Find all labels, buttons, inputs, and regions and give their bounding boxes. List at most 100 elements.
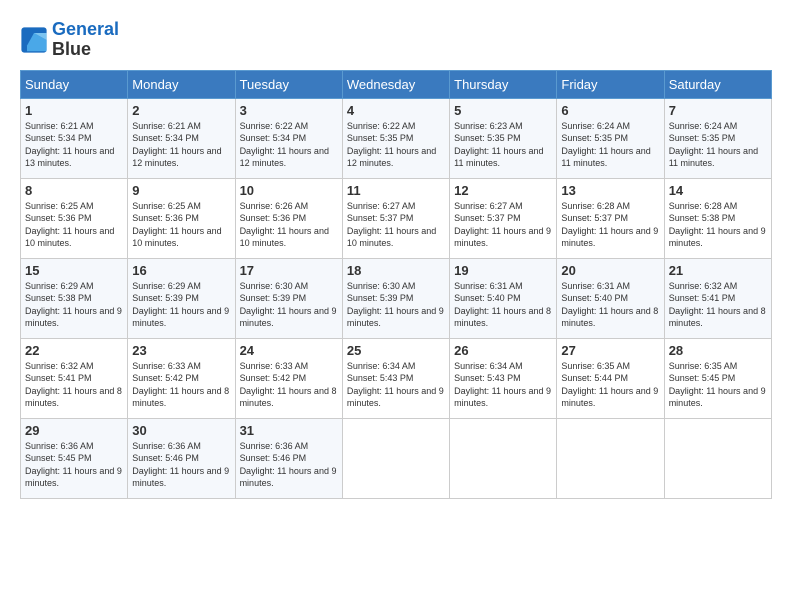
day-info: Sunrise: 6:22 AM Sunset: 5:34 PM Dayligh… <box>240 120 338 170</box>
calendar-week-1: 1 Sunrise: 6:21 AM Sunset: 5:34 PM Dayli… <box>21 98 772 178</box>
calendar-cell: 9 Sunrise: 6:25 AM Sunset: 5:36 PM Dayli… <box>128 178 235 258</box>
col-header-sunday: Sunday <box>21 70 128 98</box>
day-info: Sunrise: 6:28 AM Sunset: 5:37 PM Dayligh… <box>561 200 659 250</box>
day-info: Sunrise: 6:24 AM Sunset: 5:35 PM Dayligh… <box>561 120 659 170</box>
day-info: Sunrise: 6:25 AM Sunset: 5:36 PM Dayligh… <box>132 200 230 250</box>
day-number: 22 <box>25 343 123 358</box>
calendar-cell: 28 Sunrise: 6:35 AM Sunset: 5:45 PM Dayl… <box>664 338 771 418</box>
page-header: General Blue <box>20 20 772 60</box>
calendar-cell: 6 Sunrise: 6:24 AM Sunset: 5:35 PM Dayli… <box>557 98 664 178</box>
day-info: Sunrise: 6:29 AM Sunset: 5:39 PM Dayligh… <box>132 280 230 330</box>
calendar-week-2: 8 Sunrise: 6:25 AM Sunset: 5:36 PM Dayli… <box>21 178 772 258</box>
day-number: 31 <box>240 423 338 438</box>
day-info: Sunrise: 6:30 AM Sunset: 5:39 PM Dayligh… <box>240 280 338 330</box>
day-number: 21 <box>669 263 767 278</box>
day-number: 20 <box>561 263 659 278</box>
day-number: 7 <box>669 103 767 118</box>
calendar-cell: 12 Sunrise: 6:27 AM Sunset: 5:37 PM Dayl… <box>450 178 557 258</box>
calendar-cell: 27 Sunrise: 6:35 AM Sunset: 5:44 PM Dayl… <box>557 338 664 418</box>
day-number: 9 <box>132 183 230 198</box>
calendar-cell: 5 Sunrise: 6:23 AM Sunset: 5:35 PM Dayli… <box>450 98 557 178</box>
day-number: 29 <box>25 423 123 438</box>
col-header-friday: Friday <box>557 70 664 98</box>
day-info: Sunrise: 6:31 AM Sunset: 5:40 PM Dayligh… <box>454 280 552 330</box>
day-info: Sunrise: 6:27 AM Sunset: 5:37 PM Dayligh… <box>347 200 445 250</box>
calendar-cell: 14 Sunrise: 6:28 AM Sunset: 5:38 PM Dayl… <box>664 178 771 258</box>
day-info: Sunrise: 6:21 AM Sunset: 5:34 PM Dayligh… <box>132 120 230 170</box>
day-info: Sunrise: 6:35 AM Sunset: 5:44 PM Dayligh… <box>561 360 659 410</box>
calendar-cell: 3 Sunrise: 6:22 AM Sunset: 5:34 PM Dayli… <box>235 98 342 178</box>
day-number: 4 <box>347 103 445 118</box>
calendar-cell: 20 Sunrise: 6:31 AM Sunset: 5:40 PM Dayl… <box>557 258 664 338</box>
calendar-cell <box>557 418 664 498</box>
day-info: Sunrise: 6:22 AM Sunset: 5:35 PM Dayligh… <box>347 120 445 170</box>
logo-icon <box>20 26 48 54</box>
calendar-cell: 22 Sunrise: 6:32 AM Sunset: 5:41 PM Dayl… <box>21 338 128 418</box>
logo-text: General Blue <box>52 20 119 60</box>
col-header-monday: Monday <box>128 70 235 98</box>
day-info: Sunrise: 6:24 AM Sunset: 5:35 PM Dayligh… <box>669 120 767 170</box>
day-info: Sunrise: 6:30 AM Sunset: 5:39 PM Dayligh… <box>347 280 445 330</box>
day-number: 12 <box>454 183 552 198</box>
day-number: 26 <box>454 343 552 358</box>
calendar-cell <box>450 418 557 498</box>
calendar-cell: 24 Sunrise: 6:33 AM Sunset: 5:42 PM Dayl… <box>235 338 342 418</box>
day-info: Sunrise: 6:33 AM Sunset: 5:42 PM Dayligh… <box>132 360 230 410</box>
calendar-cell: 11 Sunrise: 6:27 AM Sunset: 5:37 PM Dayl… <box>342 178 449 258</box>
day-number: 10 <box>240 183 338 198</box>
calendar-cell: 19 Sunrise: 6:31 AM Sunset: 5:40 PM Dayl… <box>450 258 557 338</box>
day-number: 23 <box>132 343 230 358</box>
calendar-cell: 26 Sunrise: 6:34 AM Sunset: 5:43 PM Dayl… <box>450 338 557 418</box>
day-info: Sunrise: 6:29 AM Sunset: 5:38 PM Dayligh… <box>25 280 123 330</box>
day-info: Sunrise: 6:34 AM Sunset: 5:43 PM Dayligh… <box>347 360 445 410</box>
day-number: 17 <box>240 263 338 278</box>
day-info: Sunrise: 6:34 AM Sunset: 5:43 PM Dayligh… <box>454 360 552 410</box>
day-number: 13 <box>561 183 659 198</box>
day-number: 25 <box>347 343 445 358</box>
day-number: 24 <box>240 343 338 358</box>
day-info: Sunrise: 6:32 AM Sunset: 5:41 PM Dayligh… <box>669 280 767 330</box>
calendar-cell: 18 Sunrise: 6:30 AM Sunset: 5:39 PM Dayl… <box>342 258 449 338</box>
calendar-week-5: 29 Sunrise: 6:36 AM Sunset: 5:45 PM Dayl… <box>21 418 772 498</box>
calendar-week-3: 15 Sunrise: 6:29 AM Sunset: 5:38 PM Dayl… <box>21 258 772 338</box>
logo: General Blue <box>20 20 119 60</box>
calendar-cell: 15 Sunrise: 6:29 AM Sunset: 5:38 PM Dayl… <box>21 258 128 338</box>
day-number: 6 <box>561 103 659 118</box>
calendar-cell <box>342 418 449 498</box>
calendar-cell: 25 Sunrise: 6:34 AM Sunset: 5:43 PM Dayl… <box>342 338 449 418</box>
calendar-cell: 23 Sunrise: 6:33 AM Sunset: 5:42 PM Dayl… <box>128 338 235 418</box>
day-number: 11 <box>347 183 445 198</box>
day-info: Sunrise: 6:36 AM Sunset: 5:46 PM Dayligh… <box>132 440 230 490</box>
calendar-cell: 8 Sunrise: 6:25 AM Sunset: 5:36 PM Dayli… <box>21 178 128 258</box>
day-info: Sunrise: 6:21 AM Sunset: 5:34 PM Dayligh… <box>25 120 123 170</box>
calendar-cell: 7 Sunrise: 6:24 AM Sunset: 5:35 PM Dayli… <box>664 98 771 178</box>
col-header-thursday: Thursday <box>450 70 557 98</box>
calendar-cell: 31 Sunrise: 6:36 AM Sunset: 5:46 PM Dayl… <box>235 418 342 498</box>
day-number: 27 <box>561 343 659 358</box>
col-header-wednesday: Wednesday <box>342 70 449 98</box>
calendar-cell: 21 Sunrise: 6:32 AM Sunset: 5:41 PM Dayl… <box>664 258 771 338</box>
calendar-table: SundayMondayTuesdayWednesdayThursdayFrid… <box>20 70 772 499</box>
day-number: 14 <box>669 183 767 198</box>
day-info: Sunrise: 6:35 AM Sunset: 5:45 PM Dayligh… <box>669 360 767 410</box>
day-info: Sunrise: 6:25 AM Sunset: 5:36 PM Dayligh… <box>25 200 123 250</box>
day-number: 19 <box>454 263 552 278</box>
day-info: Sunrise: 6:31 AM Sunset: 5:40 PM Dayligh… <box>561 280 659 330</box>
calendar-cell: 2 Sunrise: 6:21 AM Sunset: 5:34 PM Dayli… <box>128 98 235 178</box>
calendar-cell: 13 Sunrise: 6:28 AM Sunset: 5:37 PM Dayl… <box>557 178 664 258</box>
calendar-cell <box>664 418 771 498</box>
calendar-cell: 30 Sunrise: 6:36 AM Sunset: 5:46 PM Dayl… <box>128 418 235 498</box>
day-info: Sunrise: 6:33 AM Sunset: 5:42 PM Dayligh… <box>240 360 338 410</box>
day-info: Sunrise: 6:36 AM Sunset: 5:46 PM Dayligh… <box>240 440 338 490</box>
day-number: 2 <box>132 103 230 118</box>
calendar-cell: 16 Sunrise: 6:29 AM Sunset: 5:39 PM Dayl… <box>128 258 235 338</box>
day-number: 8 <box>25 183 123 198</box>
col-header-tuesday: Tuesday <box>235 70 342 98</box>
day-info: Sunrise: 6:28 AM Sunset: 5:38 PM Dayligh… <box>669 200 767 250</box>
day-info: Sunrise: 6:32 AM Sunset: 5:41 PM Dayligh… <box>25 360 123 410</box>
calendar-cell: 17 Sunrise: 6:30 AM Sunset: 5:39 PM Dayl… <box>235 258 342 338</box>
day-number: 30 <box>132 423 230 438</box>
calendar-cell: 1 Sunrise: 6:21 AM Sunset: 5:34 PM Dayli… <box>21 98 128 178</box>
day-info: Sunrise: 6:26 AM Sunset: 5:36 PM Dayligh… <box>240 200 338 250</box>
calendar-week-4: 22 Sunrise: 6:32 AM Sunset: 5:41 PM Dayl… <box>21 338 772 418</box>
